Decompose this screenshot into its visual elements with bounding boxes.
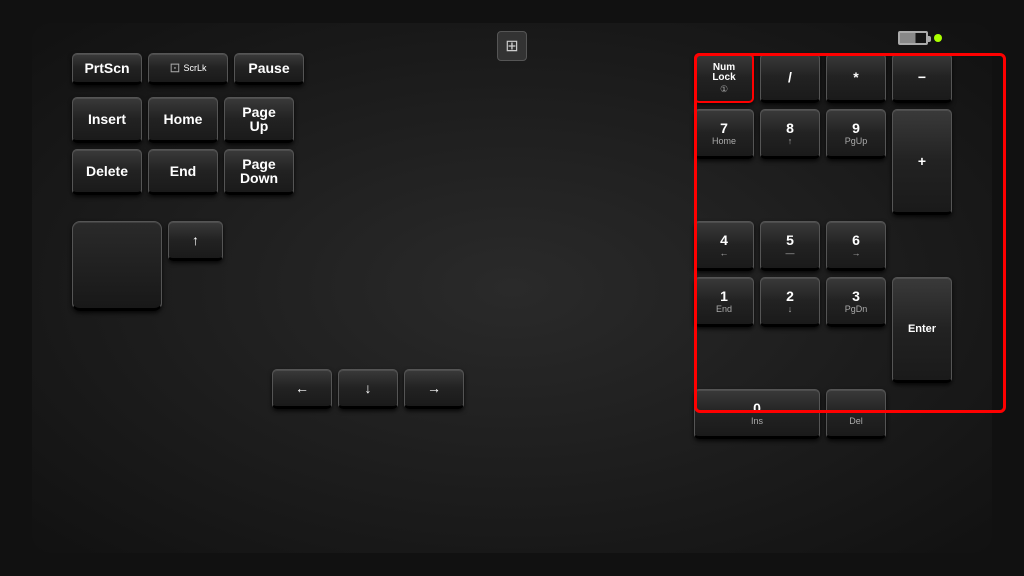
numlock-key[interactable]: Num Lock ①	[694, 53, 754, 103]
numpad-1-key[interactable]: 1 End	[694, 277, 754, 327]
battery-led	[934, 34, 942, 42]
keyboard-body: PrtScn ⊡ ScrLk Pause Insert Home	[72, 53, 952, 523]
arrow-keys: ← ↓ →	[72, 323, 664, 409]
numpad-section: Num Lock ① / * − 7	[694, 53, 952, 439]
main-keyboard-section: PrtScn ⊡ ScrLk Pause Insert Home	[72, 53, 664, 409]
nav-row-1: Insert Home Page Up	[72, 97, 664, 143]
numpad-row-3: 4 ← 5 — 6 →	[694, 221, 952, 271]
right-arrow-key[interactable]: →	[404, 369, 464, 409]
pageup-key[interactable]: Page Up	[224, 97, 294, 143]
numpad-multiply-key[interactable]: *	[826, 53, 886, 103]
numpad-minus-key[interactable]: −	[892, 53, 952, 103]
battery-icon	[898, 31, 928, 45]
numpad-4-key[interactable]: 4 ←	[694, 221, 754, 271]
numpad-3-key[interactable]: 3 PgDn	[826, 277, 886, 327]
down-arrow-key[interactable]: ↓	[338, 369, 398, 409]
numpad-row-2: 7 Home 8 ↑ 9 PgUp +	[694, 109, 952, 215]
numpad-7-key[interactable]: 7 Home	[694, 109, 754, 159]
pause-key[interactable]: Pause	[234, 53, 304, 85]
scrlk-key[interactable]: ⊡ ScrLk	[148, 53, 228, 85]
numpad-row-1: Num Lock ① / * −	[694, 53, 952, 103]
nav-section: Insert Home Page Up Delete End	[72, 97, 664, 195]
pagedown-key[interactable]: Page Down	[224, 149, 294, 195]
insert-key[interactable]: Insert	[72, 97, 142, 143]
nav-row-2: Delete End Page Down	[72, 149, 664, 195]
numpad-2-key[interactable]: 2 ↓	[760, 277, 820, 327]
numpad-enter-key[interactable]: Enter	[892, 277, 952, 383]
numpad-row-5: 0 Ins . Del	[694, 389, 952, 439]
top-function-row: PrtScn ⊡ ScrLk Pause	[72, 53, 664, 85]
numpad-decimal-key[interactable]: . Del	[826, 389, 886, 439]
numpad-8-key[interactable]: 8 ↑	[760, 109, 820, 159]
numpad-wrapper: Num Lock ① / * − 7	[694, 53, 952, 439]
space-block-left	[72, 221, 162, 311]
arrow-bottom-row: ← ↓ →	[72, 369, 664, 409]
delete-key[interactable]: Delete	[72, 149, 142, 195]
scrlk-icon: ⊡	[170, 60, 181, 76]
keyboard-container: ⊞ PrtScn ⊡ ScrLk Pause	[32, 23, 992, 553]
end-key[interactable]: End	[148, 149, 218, 195]
up-arrow-key[interactable]: ↑	[168, 221, 223, 261]
left-arrow-key[interactable]: ←	[272, 369, 332, 409]
spacebar-area: ↑	[72, 221, 664, 311]
numpad-0-key[interactable]: 0 Ins	[694, 389, 820, 439]
numpad-5-key[interactable]: 5 —	[760, 221, 820, 271]
numpad-plus-key[interactable]: +	[892, 109, 952, 215]
numpad-6-key[interactable]: 6 →	[826, 221, 886, 271]
status-bar	[898, 31, 942, 45]
numpad-9-key[interactable]: 9 PgUp	[826, 109, 886, 159]
prtscn-key[interactable]: PrtScn	[72, 53, 142, 85]
home-key[interactable]: Home	[148, 97, 218, 143]
numpad-row-4: 1 End 2 ↓ 3 PgDn Enter	[694, 277, 952, 383]
numpad-divide-key[interactable]: /	[760, 53, 820, 103]
